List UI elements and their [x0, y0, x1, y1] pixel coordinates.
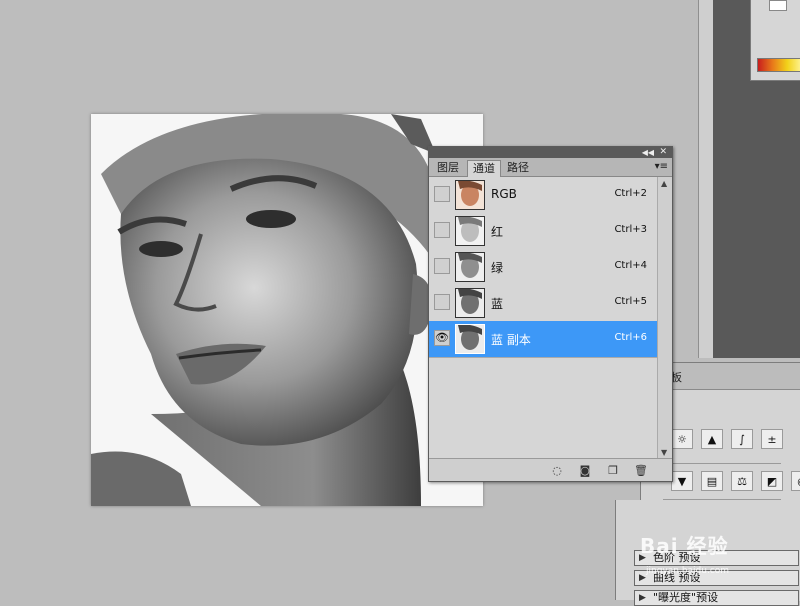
expand-triangle-icon[interactable]: ▶	[639, 591, 646, 605]
channel-thumbnail	[455, 252, 485, 282]
panel-footer: ◌ ◙ ❐ 🗑	[429, 458, 672, 481]
channel-row-red[interactable]: 红 Ctrl+3	[429, 213, 657, 250]
close-icon[interactable]: ✕	[659, 147, 667, 158]
levels-icon[interactable]: ▲	[701, 429, 723, 449]
photo-filter-icon[interactable]: ◉	[791, 471, 800, 491]
channel-row-blue-copy[interactable]: 👁 蓝 副本 Ctrl+6	[429, 321, 657, 358]
new-channel-icon[interactable]: ❐	[605, 462, 621, 478]
channel-name: 绿	[491, 261, 504, 275]
tab-layers[interactable]: 图层	[432, 160, 464, 176]
visibility-toggle[interactable]: 👁	[434, 330, 450, 346]
scroll-up-icon[interactable]: ▲	[661, 179, 667, 188]
channel-row-green[interactable]: 绿 Ctrl+4	[429, 249, 657, 286]
channel-row-rgb[interactable]: RGB Ctrl+2	[429, 177, 657, 214]
watermark-url: jingyan.baidu.com	[646, 566, 730, 576]
curves-icon[interactable]: ∫	[731, 429, 753, 449]
brightness-icon[interactable]: ☼	[671, 429, 693, 449]
preset-label: "曝光度"预设	[653, 591, 719, 604]
dock-strip	[698, 0, 714, 358]
preset-item[interactable]: ▶ "曝光度"预设	[634, 590, 799, 606]
trash-icon[interactable]: 🗑	[633, 462, 649, 478]
channel-name: 红	[491, 225, 504, 239]
visibility-toggle[interactable]	[434, 222, 450, 238]
channel-list-scrollbar[interactable]: ▲ ▼	[657, 177, 672, 459]
tab-channels[interactable]: 通道	[467, 160, 501, 177]
channel-name: RGB	[491, 187, 517, 201]
channel-name: 蓝	[491, 297, 504, 311]
channel-shortcut: Ctrl+5	[614, 296, 647, 307]
visibility-toggle[interactable]	[434, 186, 450, 202]
collapse-panel-icon[interactable]: ◀◀	[642, 147, 654, 158]
color-panel	[750, 0, 800, 81]
exposure-icon[interactable]: ±	[761, 429, 783, 449]
channel-shortcut: Ctrl+3	[614, 224, 647, 235]
channel-thumbnail	[455, 216, 485, 246]
color-spectrum-bar[interactable]	[757, 58, 800, 72]
black-white-icon[interactable]: ◩	[761, 471, 783, 491]
visibility-toggle[interactable]	[434, 294, 450, 310]
eye-icon: 👁	[435, 331, 449, 344]
tab-paths[interactable]: 路径	[502, 160, 534, 176]
scroll-down-icon[interactable]: ▼	[661, 448, 667, 457]
channel-shortcut: Ctrl+6	[614, 332, 647, 343]
color-balance-icon[interactable]: ⚖	[731, 471, 753, 491]
visibility-toggle[interactable]	[434, 258, 450, 274]
panel-menu-icon[interactable]: ▾≡	[655, 161, 668, 172]
channels-panel: ◀◀ ✕ 图层 通道 路径 ▾≡ RGB Ctrl+2 红 Ctrl+3 绿 C…	[428, 146, 673, 482]
adjustment-icons-row-2: ▼ ▤ ⚖ ◩ ◉	[671, 471, 800, 491]
channel-thumbnail	[455, 180, 485, 210]
channel-shortcut: Ctrl+4	[614, 260, 647, 271]
channel-list: RGB Ctrl+2 红 Ctrl+3 绿 Ctrl+4 蓝 Ctrl+5 👁 …	[429, 177, 657, 459]
expand-triangle-icon[interactable]: ▶	[639, 571, 646, 585]
load-selection-icon[interactable]: ◌	[549, 462, 565, 478]
save-selection-icon[interactable]: ◙	[577, 462, 593, 478]
channel-name: 蓝 副本	[491, 333, 531, 347]
vibrance-icon[interactable]: ▼	[671, 471, 693, 491]
hue-saturation-icon[interactable]: ▤	[701, 471, 723, 491]
document-canvas[interactable]	[91, 114, 483, 506]
channel-thumbnail	[455, 288, 485, 318]
panel-titlebar[interactable]: ◀◀ ✕	[429, 147, 672, 158]
watermark-logo: Bai 经验	[640, 534, 729, 558]
portrait-image	[91, 114, 483, 506]
panel-tabs: 图层 通道 路径 ▾≡	[429, 158, 672, 177]
adjustments-divider	[663, 463, 781, 464]
color-swatch[interactable]	[769, 0, 787, 11]
channel-row-blue[interactable]: 蓝 Ctrl+5	[429, 285, 657, 322]
channel-shortcut: Ctrl+2	[614, 188, 647, 199]
channel-thumbnail	[455, 324, 485, 354]
adjustment-icons-row-1: ☼ ▲ ∫ ±	[671, 429, 783, 449]
